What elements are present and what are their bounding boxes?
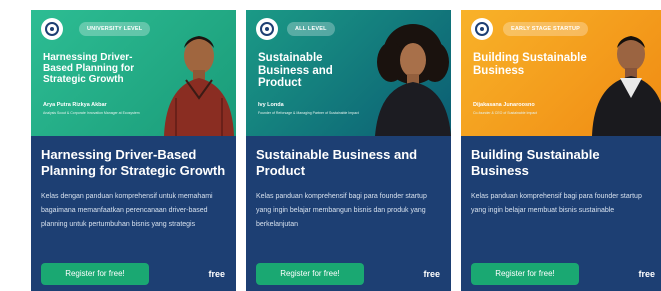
- price-label: free: [208, 269, 225, 279]
- register-button[interactable]: Register for free!: [471, 263, 579, 285]
- course-card[interactable]: EARLY STAGE STARTUP Building Sustainable…: [461, 10, 661, 291]
- course-title[interactable]: Harnessing Driver-Based Planning for Str…: [41, 147, 229, 179]
- banner-title: Building Sustainable Business: [473, 52, 587, 77]
- level-badge: UNIVERSITY LEVEL: [79, 22, 151, 36]
- course-description: Kelas dengan panduan komprehensif untuk …: [41, 193, 213, 228]
- course-card[interactable]: UNIVERSITY LEVEL Harnessing Driver-Based…: [31, 10, 236, 291]
- course-banner: EARLY STAGE STARTUP Building Sustainable…: [461, 10, 661, 136]
- course-card[interactable]: ALL LEVEL Sustainable Business and Produ…: [246, 10, 451, 291]
- price-label: free: [638, 269, 655, 279]
- organization-logo-icon: [41, 18, 63, 40]
- course-banner: UNIVERSITY LEVEL Harnessing Driver-Based…: [31, 10, 236, 136]
- course-description: Kelas panduan komprehensif bagi para fou…: [471, 193, 642, 214]
- banner-title: Sustainable Business and Product: [258, 52, 333, 89]
- course-title[interactable]: Sustainable Business and Product: [256, 147, 444, 179]
- course-title[interactable]: Building Sustainable Business: [471, 147, 659, 179]
- speaker-role: Founder of Reforsage & Managing Partner …: [258, 111, 359, 115]
- organization-logo-icon: [256, 18, 278, 40]
- course-description: Kelas panduan komprehensif bagi para fou…: [256, 193, 427, 228]
- speaker-portrait: [375, 24, 451, 136]
- level-badge: ALL LEVEL: [287, 22, 335, 36]
- register-button[interactable]: Register for free!: [256, 263, 364, 285]
- speaker-role: Analysis Scout & Corporate Innovation Ma…: [43, 111, 140, 115]
- course-banner: ALL LEVEL Sustainable Business and Produ…: [246, 10, 451, 136]
- speaker-portrait: [164, 36, 234, 136]
- speaker-portrait: [592, 36, 661, 136]
- speaker-name: Arya Putra Rizkya Akbar: [43, 102, 107, 108]
- speaker-role: Co-founder & CEO of Sustainable Impact: [473, 111, 538, 115]
- organization-logo-icon: [471, 18, 493, 40]
- register-button[interactable]: Register for free!: [41, 263, 149, 285]
- banner-title: Harnessing Driver-Based Planning for Str…: [43, 52, 135, 85]
- speaker-name: Ivy Londa: [258, 102, 284, 108]
- price-label: free: [423, 269, 440, 279]
- speaker-name: Dijakasana Junaroosno: [473, 102, 535, 108]
